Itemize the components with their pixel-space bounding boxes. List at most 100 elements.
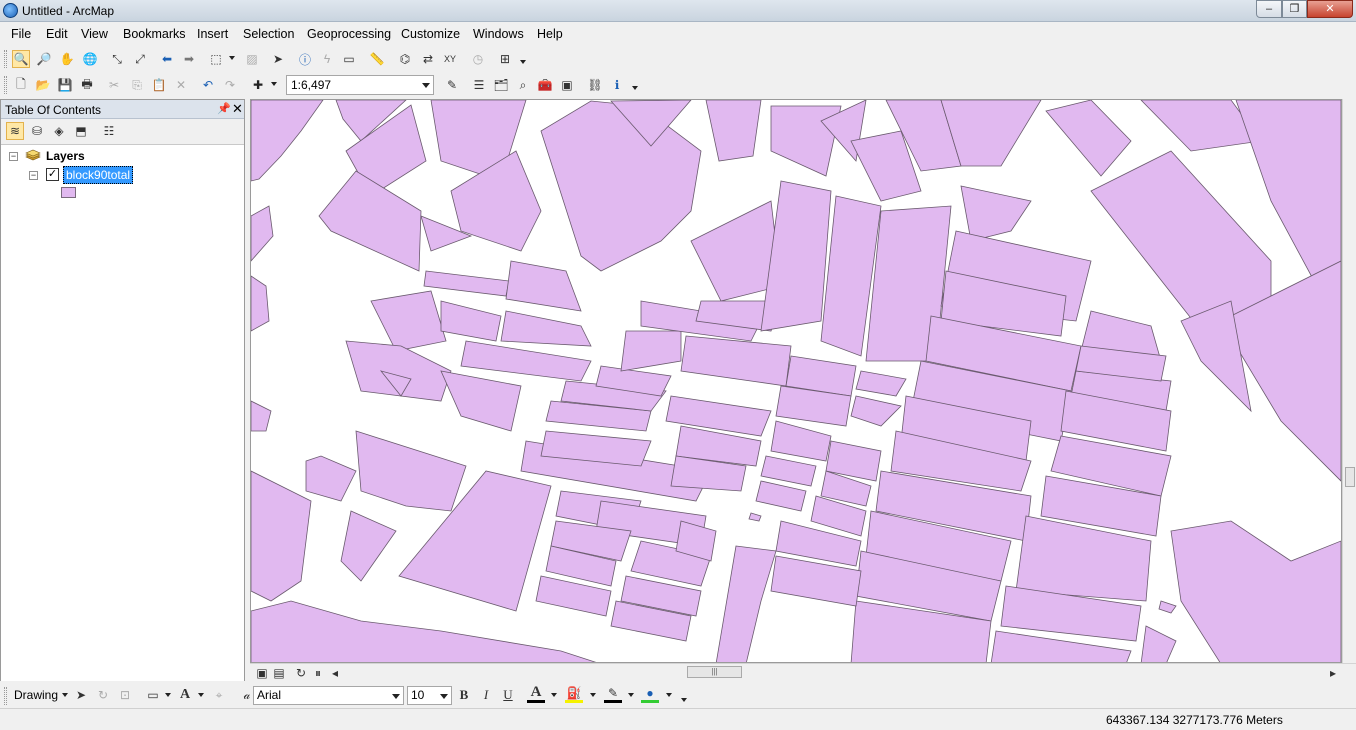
html-popup-icon[interactable]: ▭ [340, 50, 358, 68]
menu-windows[interactable]: Windows [473, 27, 524, 41]
measure-ruler-icon[interactable]: 📏 [368, 50, 386, 68]
line-color-dropdown-icon[interactable] [628, 693, 634, 697]
horizontal-scroll-thumb[interactable]: ||| [687, 666, 742, 678]
catalog-window-icon[interactable]: 🗂 [492, 76, 510, 94]
zoom-in-icon[interactable]: 🔍 [12, 50, 30, 68]
fixed-zoom-out-icon[interactable]: ⤢ [131, 50, 149, 68]
scroll-right-icon[interactable]: ▸ [1324, 664, 1342, 682]
list-by-visibility-icon[interactable]: ◈ [50, 122, 68, 140]
select-elements-arrow-icon[interactable]: ➤ [269, 50, 287, 68]
list-by-drawing-order-icon[interactable]: ≋ [6, 122, 24, 140]
scroll-left-icon[interactable]: ◂ [326, 664, 344, 682]
line-color-pen-icon[interactable]: ✎ [604, 685, 622, 703]
close-window-button[interactable]: ✕ [1307, 0, 1353, 18]
model-builder-icon[interactable]: ⛓ [586, 76, 604, 94]
pan-hand-icon[interactable]: ✋ [58, 50, 76, 68]
search-window-icon[interactable]: ⌕ [514, 76, 532, 94]
fill-color-bucket-icon[interactable]: ⛽ [565, 685, 583, 703]
add-data-dropdown-icon[interactable] [271, 82, 277, 86]
bold-button[interactable]: B [455, 686, 473, 704]
identify-icon[interactable]: ⓘ [296, 50, 314, 68]
back-arrow-icon[interactable]: ⬅ [158, 50, 176, 68]
minimize-button[interactable]: – [1256, 0, 1282, 18]
layer-symbol-swatch[interactable] [61, 187, 76, 198]
underline-button[interactable]: U [499, 686, 517, 704]
menu-geoprocessing[interactable]: Geoprocessing [307, 27, 391, 41]
layer-name[interactable]: block90total [63, 166, 134, 184]
menu-file[interactable]: File [11, 27, 31, 41]
zoom-to-selected-elements-icon[interactable]: ⊡ [116, 686, 134, 704]
list-by-source-icon[interactable]: ⛁ [28, 122, 46, 140]
select-features-dropdown-icon[interactable] [229, 56, 235, 60]
select-elements-icon[interactable]: ➤ [72, 686, 90, 704]
rotate-icon[interactable]: ↻ [94, 686, 112, 704]
editor-toolbar-icon[interactable]: ✎ [443, 76, 461, 94]
table-of-contents-icon[interactable]: ☰ [470, 76, 488, 94]
drawing-menu-dropdown-icon[interactable] [62, 693, 68, 697]
time-slider-icon[interactable]: ◷ [469, 50, 487, 68]
toolbar-options-dropdown-icon[interactable] [632, 86, 638, 90]
drawing-menu[interactable]: Drawing [14, 688, 58, 702]
cut-icon[interactable]: ✂ [105, 76, 123, 94]
font-color-dropdown-icon[interactable] [551, 693, 557, 697]
toolbar-grip[interactable] [4, 76, 7, 94]
font-size-dropdown-icon[interactable] [440, 694, 448, 699]
undo-icon[interactable]: ↶ [199, 76, 217, 94]
collapse-layer-icon[interactable]: − [29, 171, 38, 180]
data-view-icon[interactable]: ▣ [253, 664, 271, 682]
list-by-selection-icon[interactable]: ⬒ [72, 122, 90, 140]
vertical-scroll-thumb[interactable] [1345, 467, 1355, 487]
menu-view[interactable]: View [81, 27, 108, 41]
map-display[interactable] [250, 99, 1342, 663]
print-icon[interactable]: 🖶 [78, 76, 96, 94]
create-viewer-window-icon[interactable]: ⊞ [496, 50, 514, 68]
clear-selection-icon[interactable]: ▨ [243, 50, 261, 68]
menu-selection[interactable]: Selection [243, 27, 294, 41]
map-scale-field[interactable]: 1:6,497 [286, 75, 434, 95]
marker-color-icon[interactable]: ● [641, 685, 659, 703]
text-dropdown-icon[interactable] [198, 693, 204, 697]
menu-edit[interactable]: Edit [46, 27, 68, 41]
pause-drawing-icon[interactable]: ⏸ [309, 664, 327, 682]
delete-icon[interactable]: ✕ [172, 76, 190, 94]
close-panel-icon[interactable]: ✕ [232, 101, 243, 117]
paste-icon[interactable]: 📋 [150, 76, 168, 94]
menu-insert[interactable]: Insert [197, 27, 228, 41]
fill-color-dropdown-icon[interactable] [590, 693, 596, 697]
menu-bookmarks[interactable]: Bookmarks [123, 27, 186, 41]
add-data-icon[interactable]: ✚ [249, 76, 267, 94]
copy-icon[interactable]: ⎘ [128, 76, 146, 94]
refresh-view-icon[interactable]: ↻ [292, 664, 310, 682]
collapse-layers-icon[interactable]: − [9, 152, 18, 161]
menu-help[interactable]: Help [537, 27, 563, 41]
pin-icon[interactable]: 📌 [217, 102, 231, 115]
map-canvas[interactable] [251, 100, 1342, 663]
options-icon[interactable]: ☷ [100, 122, 118, 140]
layers-group-label[interactable]: Layers [46, 149, 85, 163]
rectangle-dropdown-icon[interactable] [165, 693, 171, 697]
font-name-field[interactable]: Arial [253, 686, 404, 705]
zoom-out-icon[interactable]: 🔎 [35, 50, 53, 68]
forward-arrow-icon[interactable]: ➡ [180, 50, 198, 68]
toolbar-grip[interactable] [4, 50, 7, 68]
font-name-dropdown-icon[interactable] [392, 694, 400, 699]
maximize-button[interactable]: ❐ [1282, 0, 1307, 18]
map-vertical-scrollbar[interactable] [1342, 99, 1356, 663]
help-whats-this-icon[interactable]: ℹ [608, 76, 626, 94]
font-size-field[interactable]: 10 [407, 686, 452, 705]
marker-color-dropdown-icon[interactable] [666, 693, 672, 697]
edit-vertices-icon[interactable]: ⌖ [210, 686, 228, 704]
new-document-icon[interactable]: 🗋 [12, 76, 30, 94]
rectangle-icon[interactable]: ▭ [144, 686, 162, 704]
map-scale-dropdown-icon[interactable] [422, 83, 430, 88]
go-to-xy-icon[interactable]: XY [441, 50, 459, 68]
full-extent-globe-icon[interactable]: 🌐 [81, 50, 99, 68]
save-icon[interactable]: 💾 [56, 76, 74, 94]
toolbar-options-dropdown-icon[interactable] [681, 698, 687, 702]
toolbar-options-dropdown-icon[interactable] [520, 60, 526, 64]
toolbar-grip[interactable] [4, 687, 7, 705]
open-folder-icon[interactable]: 📂 [34, 76, 52, 94]
find-binoculars-icon[interactable]: ⌬ [396, 50, 414, 68]
redo-icon[interactable]: ↷ [221, 76, 239, 94]
italic-button[interactable]: I [477, 686, 495, 704]
